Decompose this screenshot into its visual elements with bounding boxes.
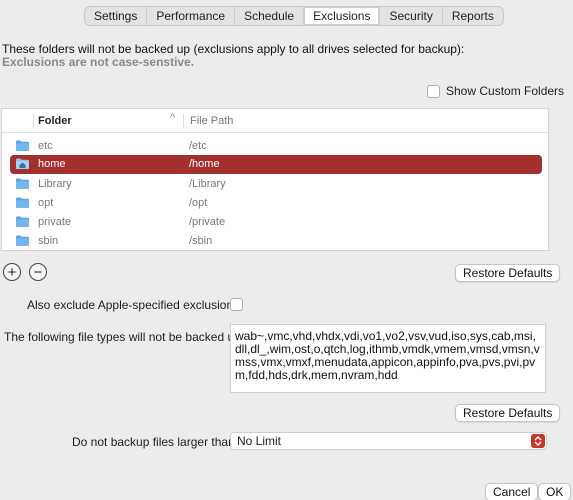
exclusions-table: Folder ^ File Path etc /etc home /home L… [1, 108, 549, 251]
tab-security[interactable]: Security [380, 7, 443, 25]
sort-ascending-icon: ^ [170, 112, 176, 124]
size-limit-value: No Limit [237, 434, 282, 448]
tab-bar: Settings Performance Schedule Exclusions… [84, 6, 504, 26]
table-row-selected[interactable]: home /home [10, 155, 542, 174]
folder-icon [16, 197, 29, 208]
folder-path: /sbin [189, 235, 213, 247]
case-note: Exclusions are not case-senstive. [2, 55, 195, 69]
folder-icon [16, 235, 29, 246]
folder-name: etc [38, 140, 53, 152]
file-types-field[interactable]: wab~,vmc,vhd,vhdx,vdi,vo1,vo2,vsv,vud,is… [230, 324, 546, 393]
add-folder-button[interactable]: + [3, 263, 21, 281]
tab-settings[interactable]: Settings [85, 7, 148, 25]
folder-icon [16, 216, 29, 227]
folder-path: /home [189, 158, 220, 170]
table-row[interactable]: sbin /sbin [10, 232, 542, 251]
tab-schedule[interactable]: Schedule [235, 7, 305, 25]
home-folder-icon [16, 158, 29, 169]
folder-path: /opt [189, 197, 208, 209]
file-types-label: The following file types will not be bac… [4, 330, 245, 344]
column-header-file-path[interactable]: File Path [190, 115, 233, 127]
show-custom-folders-checkbox[interactable] [427, 84, 440, 98]
ok-button[interactable]: OK [538, 483, 572, 500]
tab-reports[interactable]: Reports [443, 7, 503, 25]
size-limit-label: Do not backup files larger than: [72, 435, 239, 449]
show-custom-folders-toggle[interactable]: Show Custom Folders [427, 84, 564, 98]
folder-name: home [38, 158, 66, 170]
folder-path: /Library [189, 178, 226, 190]
chevron-up-down-icon [531, 434, 545, 448]
folder-name: private [38, 216, 72, 228]
show-custom-folders-label: Show Custom Folders [446, 84, 565, 98]
folder-icon [16, 140, 29, 151]
table-header: Folder ^ File Path [2, 109, 548, 133]
folder-path: /etc [189, 140, 207, 152]
column-divider [183, 114, 184, 128]
folder-path: /private [189, 216, 226, 228]
column-divider [33, 114, 34, 128]
folder-name: sbin [38, 235, 59, 247]
folder-name: Library [38, 178, 72, 190]
restore-defaults-folders-button[interactable]: Restore Defaults [455, 264, 561, 282]
folder-name: opt [38, 197, 54, 209]
table-row[interactable]: Library /Library [10, 175, 542, 194]
remove-folder-button[interactable]: − [29, 263, 47, 281]
restore-defaults-filetypes-button[interactable]: Restore Defaults [455, 404, 561, 422]
table-row[interactable]: etc /etc [10, 137, 542, 156]
tab-exclusions[interactable]: Exclusions [304, 7, 381, 25]
table-row[interactable]: opt /opt [10, 194, 542, 213]
tab-performance[interactable]: Performance [147, 7, 236, 25]
folder-icon [16, 178, 29, 189]
intro-text: These folders will not be backed up (exc… [2, 42, 465, 56]
apple-exclusions-label: Also exclude Apple-specified exclusions: [27, 298, 243, 312]
column-header-folder[interactable]: Folder [38, 115, 72, 127]
apple-exclusions-checkbox[interactable] [230, 298, 243, 311]
table-row[interactable]: private /private [10, 213, 542, 232]
size-limit-select[interactable]: No Limit [230, 432, 547, 450]
cancel-button[interactable]: Cancel [485, 483, 539, 500]
